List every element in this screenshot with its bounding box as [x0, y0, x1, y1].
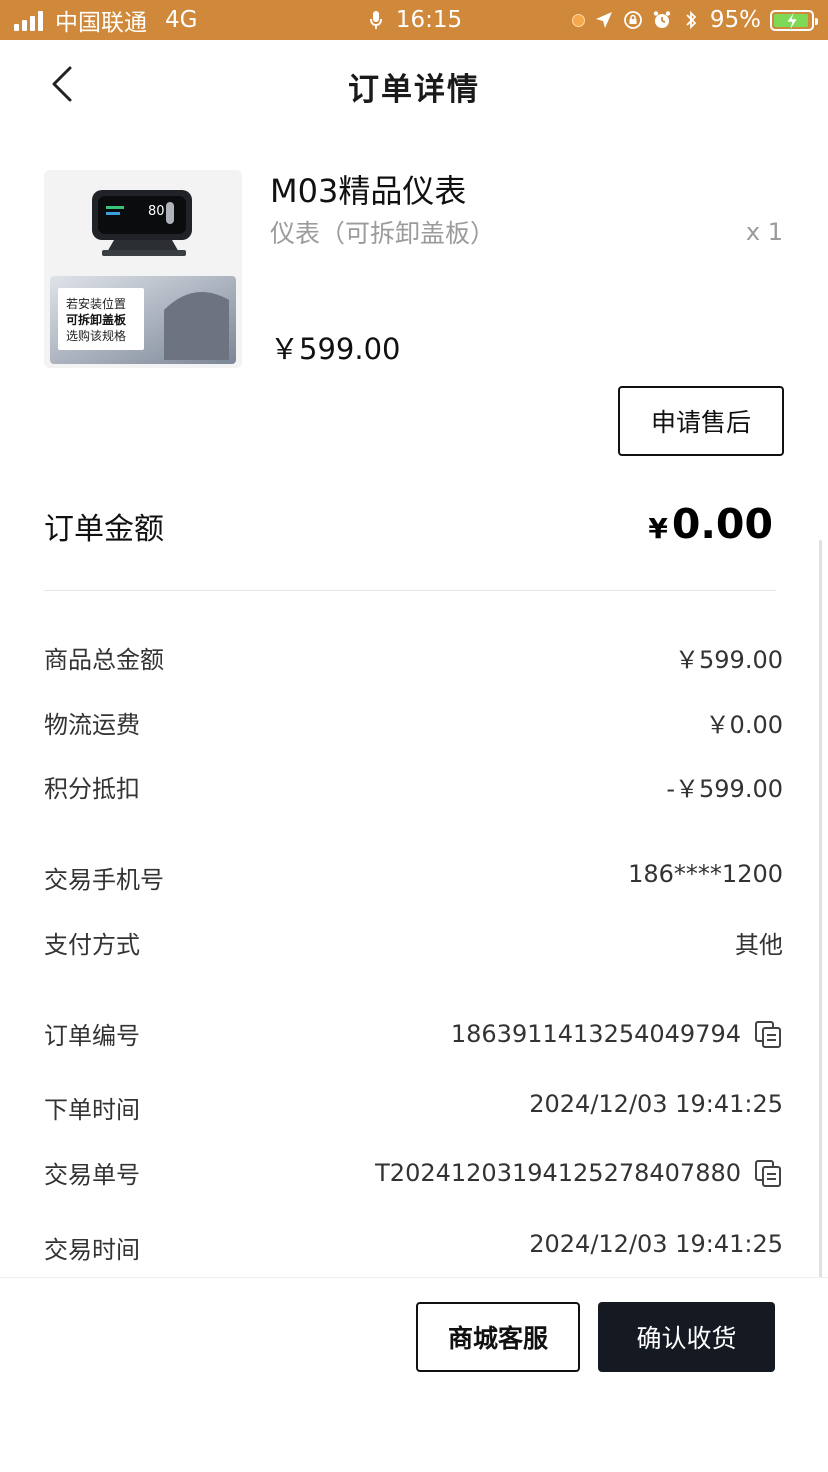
page-title: 订单详情 [348, 72, 480, 108]
row-label-transaction-number: 交易单号 [44, 1161, 140, 1189]
row-label-order-number: 订单编号 [44, 1022, 140, 1050]
alarm-icon [652, 10, 672, 30]
row-value-points-deduction: -￥599.00 [666, 775, 783, 803]
row-label-goods-total: 商品总金额 [44, 646, 164, 674]
microphone-icon [366, 10, 386, 30]
row-value-transaction-time: 2024/12/03 19:41:25 [529, 1230, 783, 1258]
product-price: ￥599.00 [270, 332, 401, 366]
divider [44, 590, 776, 591]
row-value-transaction-number: T20241203194125278407880 [375, 1158, 783, 1188]
confirm-receipt-button[interactable]: 确认收货 [598, 1302, 775, 1372]
row-value-order-number: 1863911413254049794 [451, 1019, 783, 1049]
transaction-number-text: T20241203194125278407880 [375, 1159, 741, 1187]
bluetooth-icon [681, 10, 701, 30]
order-amount-label: 订单金额 [44, 512, 164, 547]
clock-time: 16:15 [395, 7, 463, 33]
product-image[interactable]: 80 若安装位置 可拆卸盖板 选购该规格 [44, 170, 242, 368]
product-name[interactable]: M03精品仪表 [270, 166, 466, 212]
order-number-text: 1863911413254049794 [450, 1020, 741, 1048]
product-image-caption-3: 选购该规格 [66, 328, 126, 343]
orientation-lock-icon [623, 10, 643, 30]
copy-transaction-number-icon[interactable] [753, 1158, 783, 1188]
row-label-phone: 交易手机号 [44, 866, 164, 894]
row-label-points-deduction: 积分抵扣 [44, 775, 140, 803]
location-arrow-icon [594, 10, 614, 30]
row-value-payment-method: 其他 [735, 931, 783, 959]
currency-symbol: ¥ [648, 512, 668, 545]
customer-service-button[interactable]: 商城客服 [416, 1302, 580, 1372]
product-image-caption-2: 可拆卸盖板 [66, 312, 127, 327]
order-amount-number: 0.00 [671, 500, 773, 548]
recording-dot-icon [571, 13, 585, 27]
battery-charging-icon [770, 9, 818, 31]
copy-order-number-icon[interactable] [753, 1019, 783, 1049]
row-value-order-time: 2024/12/03 19:41:25 [529, 1090, 783, 1118]
row-label-payment-method: 支付方式 [44, 931, 140, 959]
product-spec: 仪表（可拆卸盖板） [270, 219, 496, 248]
product-image-caption-1: 若安装位置 [66, 296, 126, 311]
status-bar: 中国联通 4G 16:15 95% [0, 0, 828, 40]
row-value-goods-total: ￥599.00 [675, 646, 783, 674]
after-sale-button[interactable]: 申请售后 [618, 386, 784, 456]
battery-percent: 95% [709, 7, 761, 33]
row-value-shipping: ￥0.00 [705, 711, 783, 739]
row-label-order-time: 下单时间 [44, 1096, 140, 1124]
product-quantity: x 1 [745, 218, 783, 246]
scrollbar[interactable] [819, 540, 822, 1360]
order-amount-value: ¥ 0.00 [648, 500, 773, 548]
product-image-screen-text: 80 [148, 204, 165, 219]
row-label-transaction-time: 交易时间 [44, 1236, 140, 1264]
row-value-phone: 186****1200 [628, 860, 783, 888]
row-label-shipping: 物流运费 [44, 711, 140, 739]
navigation-bar: 订单详情 [0, 40, 828, 130]
